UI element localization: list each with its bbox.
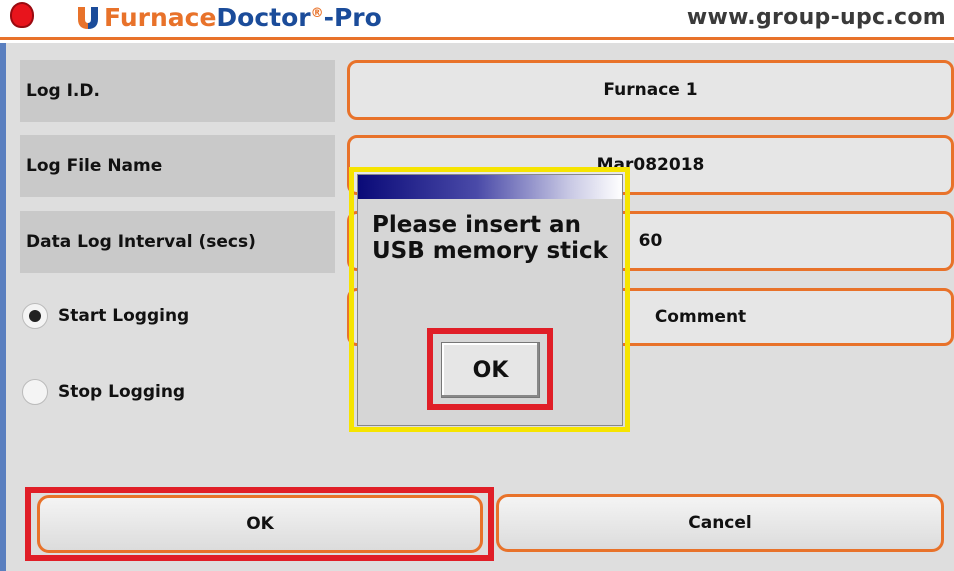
start-logging-label: Start Logging xyxy=(58,306,190,326)
website-link: www.group-upc.com xyxy=(686,5,946,30)
brand-part1: Furnace xyxy=(104,3,217,32)
log-id-field[interactable]: Furnace 1 xyxy=(347,60,954,120)
log-file-name-label: Log File Name xyxy=(20,135,335,197)
stop-logging-radio[interactable]: Stop Logging xyxy=(22,376,185,408)
radio-selected-icon xyxy=(22,303,48,329)
dialog-message: Please insert an USB memory stick xyxy=(372,212,608,264)
brand-part3: -Pro xyxy=(323,3,382,32)
ok-button[interactable]: OK xyxy=(37,495,483,553)
brand-registered: ® xyxy=(310,6,324,21)
dialog-ok-button[interactable]: OK xyxy=(441,342,540,398)
record-icon xyxy=(10,2,34,28)
comment-label: Comment xyxy=(654,307,747,327)
brand-part2: Doctor xyxy=(216,3,311,32)
radio-unselected-icon xyxy=(22,379,48,405)
brand-title: FurnaceDoctor®-Pro xyxy=(104,1,382,35)
logo-mark-icon xyxy=(78,7,98,29)
start-logging-radio[interactable]: Start Logging xyxy=(22,300,189,332)
stop-logging-label: Stop Logging xyxy=(58,382,186,402)
cancel-button[interactable]: Cancel xyxy=(496,494,944,552)
log-id-label: Log I.D. xyxy=(20,60,335,122)
dialog-title-bar[interactable] xyxy=(358,175,622,199)
data-log-interval-label: Data Log Interval (secs) xyxy=(20,211,335,273)
